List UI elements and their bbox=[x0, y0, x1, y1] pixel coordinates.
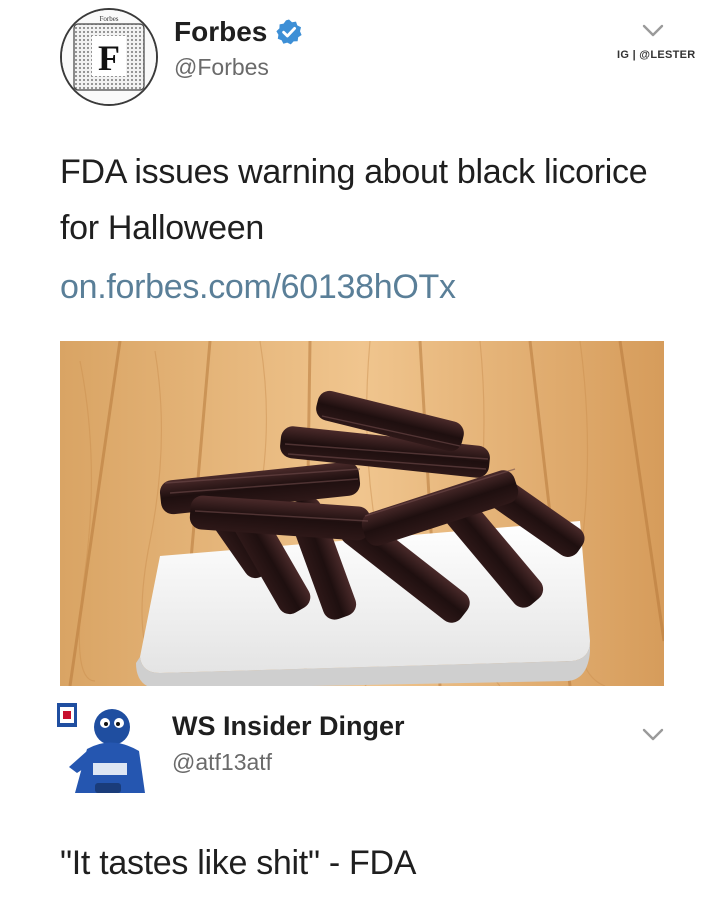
tweet-photo[interactable] bbox=[60, 341, 664, 686]
reply-author-handle[interactable]: @atf13atf bbox=[172, 749, 272, 776]
chevron-down-icon[interactable] bbox=[642, 728, 664, 742]
chevron-down-icon[interactable] bbox=[642, 24, 664, 38]
author-name[interactable]: Forbes bbox=[174, 16, 267, 48]
tweet-link[interactable]: on.forbes.com/60138hOTx bbox=[60, 262, 456, 312]
licorice-photo bbox=[60, 341, 664, 686]
author-handle[interactable]: @Forbes bbox=[174, 54, 269, 81]
tweet-text: FDA issues warning about black licorice … bbox=[60, 153, 648, 247]
verified-badge-icon bbox=[275, 18, 303, 46]
forbes-avatar[interactable]: F Forbes bbox=[60, 8, 158, 106]
reply-author-name[interactable]: WS Insider Dinger bbox=[172, 711, 405, 742]
reply-text: "It tastes like shit" - FDA bbox=[60, 844, 417, 882]
forbes-logo-letter: F bbox=[98, 38, 120, 78]
forbes-logo-caption: Forbes bbox=[99, 15, 118, 23]
reply-avatar[interactable] bbox=[57, 701, 155, 797]
mascot-avatar-icon bbox=[57, 701, 155, 797]
forbes-logo-icon: F Forbes bbox=[62, 10, 156, 104]
author-name-row[interactable]: Forbes bbox=[174, 16, 303, 48]
watermark-text: IG | @LESTER bbox=[617, 49, 696, 61]
